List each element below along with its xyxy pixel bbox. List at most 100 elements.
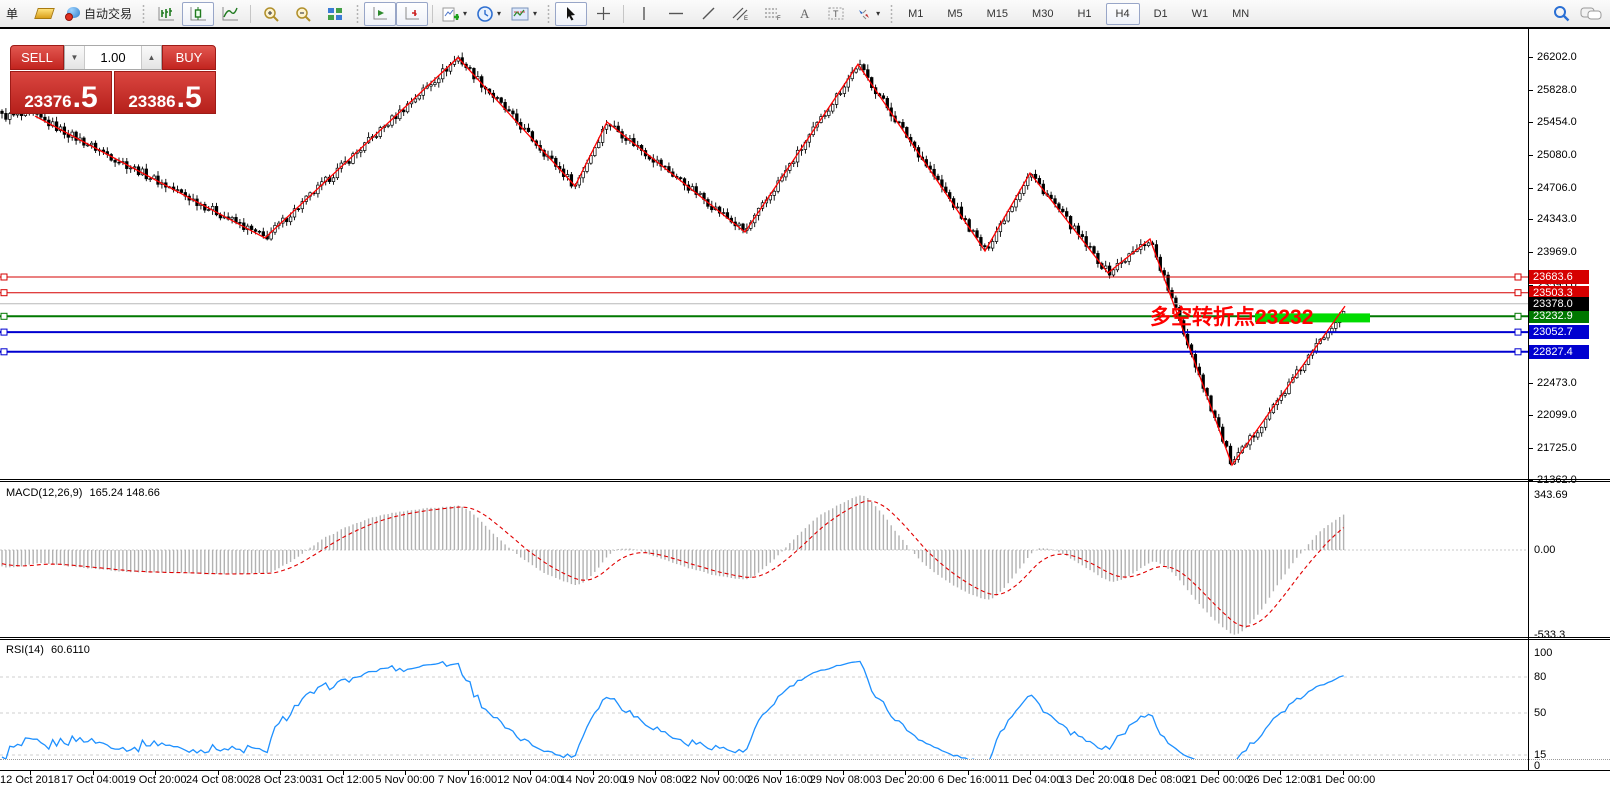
chart-annotation[interactable]: 多空转折点23232 bbox=[1150, 301, 1313, 331]
macd-values: 165.24 148.66 bbox=[89, 487, 159, 499]
fibonacci-icon: F bbox=[764, 6, 781, 21]
toolbar-grip[interactable] bbox=[889, 4, 894, 24]
rsi-name: RSI(14) bbox=[6, 644, 44, 656]
line-handle[interactable] bbox=[1, 313, 7, 319]
dropdown-arrow-icon: ▾ bbox=[876, 9, 880, 18]
dropdown-arrow-icon: ▾ bbox=[463, 9, 467, 18]
chart-shift-button[interactable] bbox=[396, 2, 428, 26]
line-handle[interactable] bbox=[1, 329, 7, 335]
macd-panel[interactable] bbox=[0, 482, 1528, 637]
line-handle[interactable] bbox=[1, 290, 7, 296]
current-price-label: 23378.0 bbox=[1529, 297, 1589, 311]
rsi-panel[interactable] bbox=[0, 640, 1528, 759]
search-icon[interactable] bbox=[1553, 5, 1570, 22]
candlestick-icon bbox=[190, 6, 207, 21]
one-click-trade-panel: SELL ▼ 1.00 ▲ BUY 23376 .5 23386 .5 bbox=[10, 45, 216, 114]
price-axis-border bbox=[1528, 29, 1529, 770]
buy-price-button[interactable]: 23386 .5 bbox=[114, 71, 216, 114]
macd-name: MACD(12,26,9) bbox=[6, 487, 82, 499]
candle-wicks bbox=[2, 53, 1344, 466]
equidistant-channel-button[interactable]: E bbox=[724, 2, 756, 26]
timeframe-m5[interactable]: M5 bbox=[937, 3, 972, 25]
arrows-button[interactable]: ▾ bbox=[852, 2, 885, 26]
indicators-button[interactable]: ▾ bbox=[437, 2, 472, 26]
line-handle[interactable] bbox=[1515, 349, 1521, 355]
timeframe-h1[interactable]: H1 bbox=[1067, 3, 1101, 25]
line-chart-button[interactable] bbox=[214, 2, 246, 26]
dropdown-arrow-icon: ▾ bbox=[533, 9, 537, 18]
time-tick-label: 19 Oct 20:00 bbox=[124, 774, 187, 786]
volume-decrease-button[interactable]: ▼ bbox=[65, 46, 85, 69]
cursor-icon bbox=[564, 6, 578, 21]
rsi-label: RSI(14) 60.6110 bbox=[6, 644, 90, 656]
zoom-out-button[interactable] bbox=[287, 2, 319, 26]
svg-text:E: E bbox=[744, 16, 748, 21]
gold-bar-icon bbox=[34, 8, 55, 19]
auto-scroll-button[interactable] bbox=[364, 2, 396, 26]
autotrading-button[interactable]: 自动交易 bbox=[60, 2, 137, 26]
timeframe-mn[interactable]: MN bbox=[1222, 3, 1259, 25]
price-tick-label: 26202.0 bbox=[1537, 51, 1577, 63]
line-handle[interactable] bbox=[1515, 313, 1521, 319]
volume-input[interactable]: 1.00 bbox=[85, 46, 141, 69]
main-price-chart[interactable] bbox=[0, 29, 1528, 479]
price-tick-mark bbox=[1528, 122, 1533, 123]
sell-price-button[interactable]: 23376 .5 bbox=[10, 71, 112, 114]
line-handle[interactable] bbox=[1, 349, 7, 355]
cursor-button[interactable] bbox=[555, 2, 587, 26]
time-tick-label: 31 Dec 00:00 bbox=[1310, 774, 1375, 786]
sell-button[interactable]: SELL bbox=[10, 45, 64, 70]
trendline-button[interactable] bbox=[692, 2, 724, 26]
bar-chart-button[interactable] bbox=[150, 2, 182, 26]
price-tick-mark bbox=[1528, 415, 1533, 416]
zoom-in-icon bbox=[262, 6, 280, 22]
time-tick-label: 22 Nov 00:00 bbox=[685, 774, 750, 786]
toolbar-separator bbox=[432, 5, 433, 23]
macd-histogram bbox=[2, 495, 1344, 634]
timeframe-w1[interactable]: W1 bbox=[1182, 3, 1219, 25]
zoom-in-button[interactable] bbox=[255, 2, 287, 26]
text-button[interactable]: A bbox=[788, 2, 820, 26]
fibonacci-button[interactable]: F bbox=[756, 2, 788, 26]
new-order-button[interactable]: 单 bbox=[0, 2, 28, 26]
toolbar-grip[interactable] bbox=[141, 4, 146, 24]
price-tick-mark bbox=[1528, 188, 1533, 189]
vertical-line-button[interactable] bbox=[628, 2, 660, 26]
volume-increase-button[interactable]: ▲ bbox=[141, 46, 161, 69]
main-toolbar: 单 自动交易 bbox=[0, 0, 1610, 27]
timeframe-m15[interactable]: M15 bbox=[977, 3, 1018, 25]
toolbar-grip[interactable] bbox=[355, 4, 360, 24]
horizontal-line-button[interactable] bbox=[660, 2, 692, 26]
time-tick-label: 31 Oct 12:00 bbox=[311, 774, 374, 786]
periods-button[interactable]: ▾ bbox=[472, 2, 506, 26]
time-tick-label: 12 Nov 04:00 bbox=[497, 774, 562, 786]
time-tick-label: 12 Oct 2018 bbox=[0, 774, 60, 786]
line-handle[interactable] bbox=[1515, 290, 1521, 296]
vertical-line-icon bbox=[638, 6, 650, 21]
line-handle[interactable] bbox=[1, 274, 7, 280]
zigzag-line[interactable] bbox=[35, 58, 1345, 466]
crosshair-button[interactable] bbox=[587, 2, 619, 26]
timeframe-m1[interactable]: M1 bbox=[898, 3, 933, 25]
buy-button[interactable]: BUY bbox=[162, 45, 216, 70]
tile-windows-button[interactable] bbox=[319, 2, 351, 26]
templates-button[interactable]: ▾ bbox=[506, 2, 542, 26]
candlestick-chart-button[interactable] bbox=[182, 2, 214, 26]
chat-icon[interactable] bbox=[1580, 6, 1602, 22]
line-handle[interactable] bbox=[1515, 274, 1521, 280]
text-label-button[interactable]: T bbox=[820, 2, 852, 26]
line-handle[interactable] bbox=[1515, 329, 1521, 335]
axis-dotted-separator bbox=[0, 759, 1610, 760]
gold-bar-icon-button[interactable] bbox=[28, 2, 60, 26]
timeframe-m30[interactable]: M30 bbox=[1022, 3, 1063, 25]
timeframe-h4[interactable]: H4 bbox=[1106, 3, 1140, 25]
toolbar-grip[interactable] bbox=[546, 4, 551, 24]
rsi-axis-label: 100 bbox=[1534, 647, 1552, 659]
time-tick-label: 14 Nov 20:00 bbox=[560, 774, 625, 786]
rsi-axis-label: 0 bbox=[1534, 760, 1540, 772]
text-icon: A bbox=[798, 6, 811, 21]
price-tick-label: 25828.0 bbox=[1537, 84, 1577, 96]
price-tick-label: 24706.0 bbox=[1537, 182, 1577, 194]
timeframe-d1[interactable]: D1 bbox=[1144, 3, 1178, 25]
horizontal-line-icon bbox=[668, 7, 684, 20]
